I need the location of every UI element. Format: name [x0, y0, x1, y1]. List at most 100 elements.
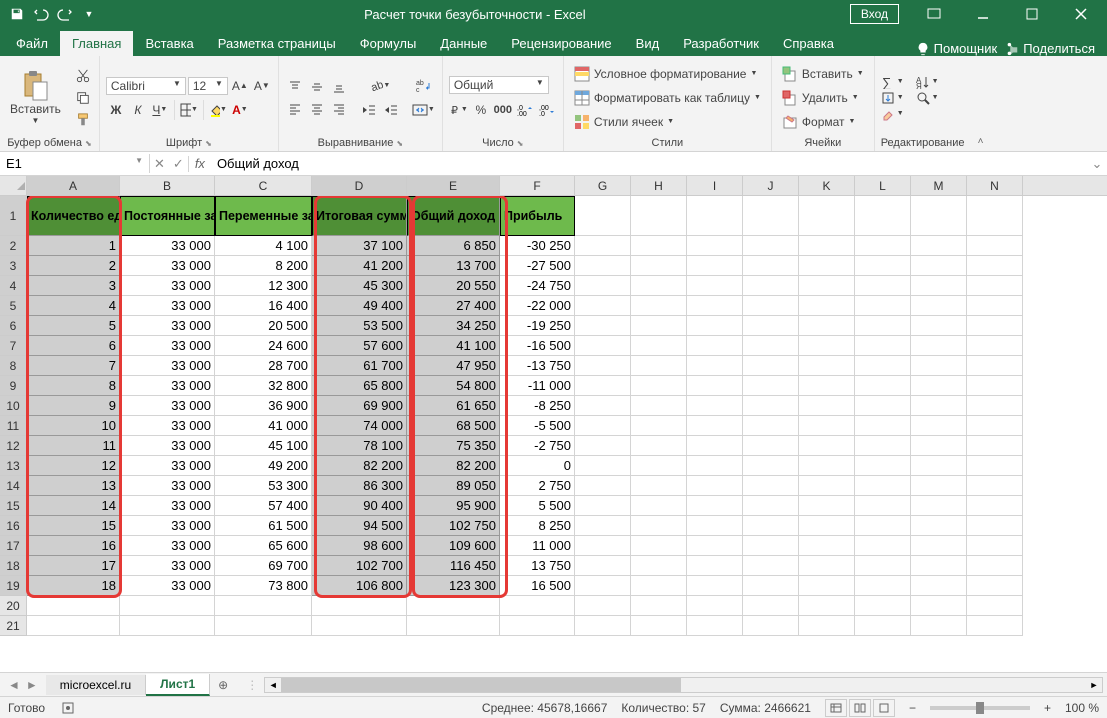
cell[interactable]	[743, 416, 799, 436]
cell[interactable]: 109 600	[407, 536, 500, 556]
cell[interactable]: 5	[27, 316, 120, 336]
cell[interactable]	[799, 516, 855, 536]
cell[interactable]	[911, 416, 967, 436]
cell[interactable]: 33 000	[120, 336, 215, 356]
cell[interactable]	[215, 596, 312, 616]
tab-разметка-страницы[interactable]: Разметка страницы	[206, 31, 348, 56]
cell[interactable]: 13	[27, 476, 120, 496]
column-header[interactable]: K	[799, 176, 855, 195]
cell[interactable]: 102 750	[407, 516, 500, 536]
cell[interactable]	[911, 516, 967, 536]
cell[interactable]	[743, 296, 799, 316]
cell[interactable]: 9	[27, 396, 120, 416]
cell[interactable]	[911, 376, 967, 396]
cell[interactable]	[799, 436, 855, 456]
cell[interactable]	[911, 456, 967, 476]
increase-font-icon[interactable]: A▲	[230, 76, 250, 96]
tab-формулы[interactable]: Формулы	[348, 31, 429, 56]
row-header[interactable]: 8	[0, 356, 27, 376]
cell[interactable]	[799, 296, 855, 316]
cell[interactable]	[855, 596, 911, 616]
column-header[interactable]: J	[743, 176, 799, 195]
cell[interactable]: 74 000	[312, 416, 407, 436]
cell[interactable]	[631, 396, 687, 416]
fx-icon[interactable]: fх	[189, 156, 211, 171]
cell[interactable]	[855, 556, 911, 576]
ribbon-display-icon[interactable]	[911, 0, 956, 28]
cell[interactable]: 20 550	[407, 276, 500, 296]
thousands-icon[interactable]: 000	[493, 100, 513, 120]
row-header[interactable]: 19	[0, 576, 27, 596]
cell[interactable]	[687, 236, 743, 256]
cell[interactable]	[631, 276, 687, 296]
cell[interactable]	[967, 436, 1023, 456]
header-cell[interactable]: Общий доход	[407, 196, 500, 236]
cell[interactable]: 6	[27, 336, 120, 356]
cell[interactable]	[967, 356, 1023, 376]
login-button[interactable]: Вход	[850, 4, 899, 24]
delete-cells-button[interactable]: Удалить▼	[778, 87, 868, 109]
cell[interactable]	[743, 336, 799, 356]
cell[interactable]	[575, 396, 631, 416]
cell[interactable]	[575, 616, 631, 636]
paste-button[interactable]: Вставить ▼	[6, 68, 65, 127]
cell[interactable]	[631, 356, 687, 376]
cell[interactable]: 33 000	[120, 276, 215, 296]
align-middle-icon[interactable]	[307, 77, 327, 97]
cell[interactable]	[215, 616, 312, 636]
cell[interactable]: 47 950	[407, 356, 500, 376]
cell[interactable]: -22 000	[500, 296, 575, 316]
cell[interactable]	[855, 516, 911, 536]
cell[interactable]: 2	[27, 256, 120, 276]
dialog-launcher-icon[interactable]: ⬊	[85, 139, 92, 148]
fill-color-icon[interactable]: ▼	[208, 100, 228, 120]
header-cell[interactable]: Переменные затраты	[215, 196, 312, 236]
cell[interactable]	[799, 336, 855, 356]
header-cell[interactable]: Постоянные затраты	[120, 196, 215, 236]
row-header[interactable]: 21	[0, 616, 27, 636]
cell[interactable]: 16	[27, 536, 120, 556]
cell[interactable]	[743, 276, 799, 296]
tab-рецензирование[interactable]: Рецензирование	[499, 31, 623, 56]
undo-icon[interactable]	[30, 3, 52, 25]
cell[interactable]: 36 900	[215, 396, 312, 416]
cell[interactable]: -5 500	[500, 416, 575, 436]
cell[interactable]: 17	[27, 556, 120, 576]
cell[interactable]	[799, 276, 855, 296]
cell[interactable]: -24 750	[500, 276, 575, 296]
number-format-select[interactable]: Общий▼	[449, 76, 549, 94]
sheet-tab[interactable]: Лист1	[146, 674, 210, 696]
cell[interactable]: 65 600	[215, 536, 312, 556]
cell[interactable]: 27 400	[407, 296, 500, 316]
cell[interactable]: 33 000	[120, 236, 215, 256]
cell[interactable]	[743, 236, 799, 256]
cell[interactable]	[911, 256, 967, 276]
column-header[interactable]: F	[500, 176, 575, 195]
row-header[interactable]: 17	[0, 536, 27, 556]
cell[interactable]	[631, 296, 687, 316]
cell[interactable]	[855, 416, 911, 436]
cell[interactable]	[967, 396, 1023, 416]
zoom-slider[interactable]	[930, 706, 1030, 710]
cell[interactable]	[687, 336, 743, 356]
cell[interactable]: 33 000	[120, 316, 215, 336]
cell[interactable]: 4 100	[215, 236, 312, 256]
cell[interactable]: 61 500	[215, 516, 312, 536]
cell[interactable]: 98 600	[312, 536, 407, 556]
row-header[interactable]: 6	[0, 316, 27, 336]
cell[interactable]	[687, 516, 743, 536]
align-right-icon[interactable]	[329, 99, 349, 119]
cell[interactable]	[967, 596, 1023, 616]
cell[interactable]	[855, 296, 911, 316]
cell[interactable]: 54 800	[407, 376, 500, 396]
cell[interactable]: 7	[27, 356, 120, 376]
orientation-icon[interactable]: ab▼	[359, 76, 401, 96]
cell[interactable]	[687, 296, 743, 316]
cell[interactable]	[312, 596, 407, 616]
cell[interactable]	[743, 376, 799, 396]
cell[interactable]	[967, 276, 1023, 296]
cell[interactable]	[687, 416, 743, 436]
cell[interactable]: 95 900	[407, 496, 500, 516]
cell[interactable]	[855, 576, 911, 596]
cell[interactable]: 33 000	[120, 576, 215, 596]
